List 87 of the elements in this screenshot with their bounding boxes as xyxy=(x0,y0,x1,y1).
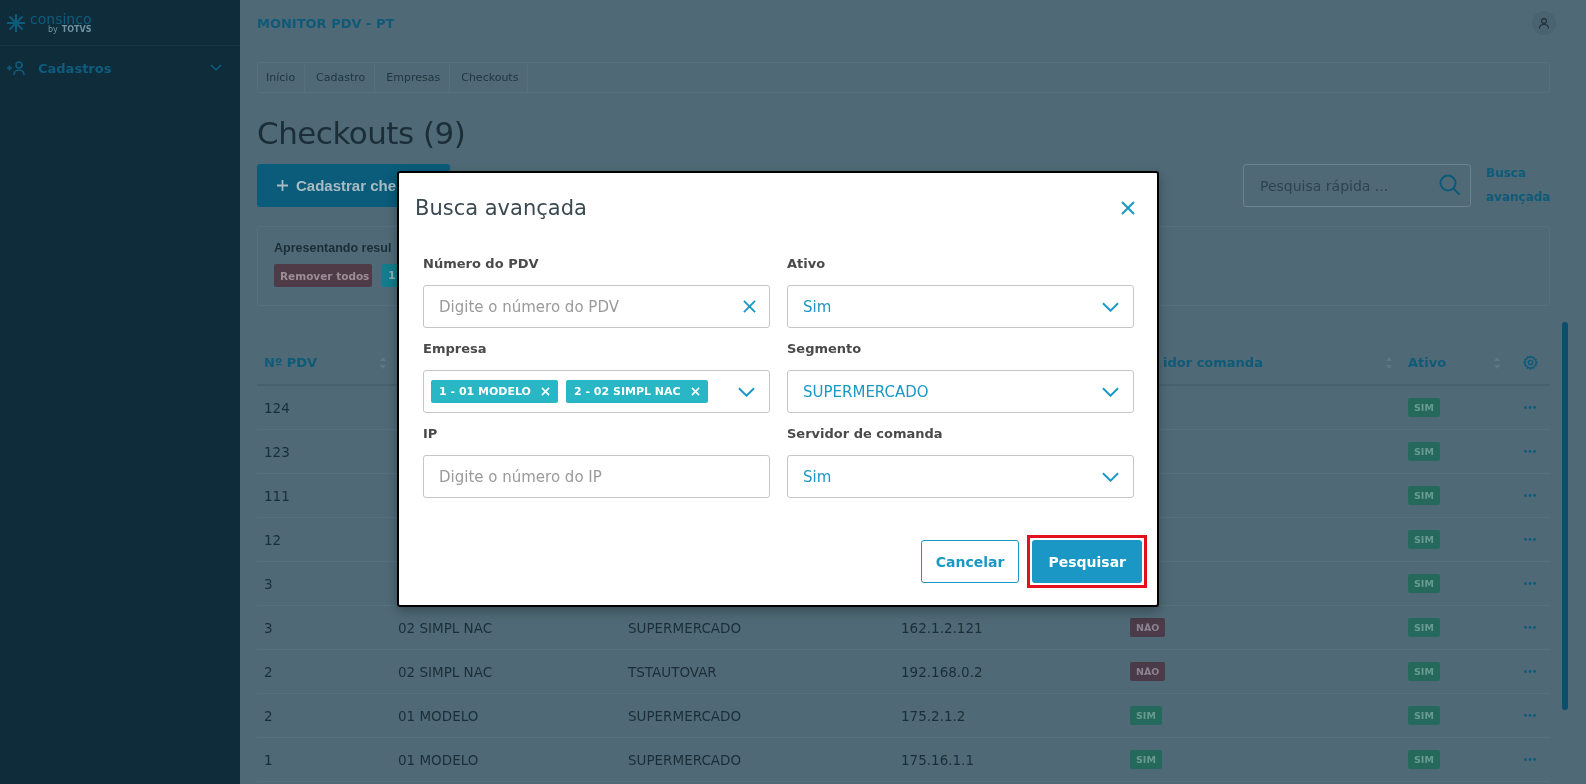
table-cell: 124 xyxy=(264,399,290,416)
chevron-icon xyxy=(1102,471,1119,482)
select-field[interactable]: SUPERMERCADO xyxy=(787,370,1134,413)
field-label: IP xyxy=(423,425,439,443)
more-icon[interactable] xyxy=(1524,406,1536,409)
table-cell: 2 xyxy=(264,663,273,680)
chevron-icon xyxy=(1102,386,1119,397)
status-tag: SIM xyxy=(1408,574,1440,593)
logo-by: by xyxy=(48,25,58,34)
select-field[interactable]: Sim xyxy=(787,285,1134,328)
filter-summary: Apresentando resul xyxy=(274,241,392,255)
status-tag: SIM xyxy=(1408,662,1440,681)
table-cell: 02 SIMPL NAC xyxy=(398,619,493,636)
field-label: Número do PDV xyxy=(423,255,540,273)
chevron-icon xyxy=(1102,301,1119,312)
search-button[interactable]: Pesquisar xyxy=(1032,540,1142,583)
input-field[interactable]: Digite o número do IP xyxy=(423,455,770,498)
column-header[interactable]: Nº PDV xyxy=(264,355,318,370)
table-cell: 3 xyxy=(264,575,273,592)
remove-icon[interactable] xyxy=(690,387,700,396)
search-icon xyxy=(1439,174,1461,196)
table-cell: 111 xyxy=(264,487,290,504)
column-header[interactable]: Ativo xyxy=(1408,355,1447,370)
chevron-icon xyxy=(210,64,222,72)
status-tag: NÃO xyxy=(1130,618,1166,637)
status-tag: SIM xyxy=(1408,530,1440,549)
table-cell: 3 xyxy=(264,619,273,636)
more-icon[interactable] xyxy=(1524,450,1536,453)
table-cell: 162.1.2.121 xyxy=(901,619,983,636)
select-field[interactable]: Sim xyxy=(787,455,1134,498)
table-cell: 175.16.1.1 xyxy=(901,751,974,768)
table-cell: 175.2.1.2 xyxy=(901,707,966,724)
table-cell: SUPERMERCADO xyxy=(628,707,742,724)
logo-icon xyxy=(6,12,26,33)
close-icon[interactable] xyxy=(1121,201,1135,215)
status-tag: SIM xyxy=(1408,706,1440,725)
table-cell: 123 xyxy=(264,443,290,460)
logo-name: consinco xyxy=(30,11,92,26)
logo-brand: TOTVS xyxy=(61,25,92,34)
remove-all-button[interactable]: Remover todos xyxy=(274,264,372,287)
table-cell: SUPERMERCADO xyxy=(628,751,742,768)
field-label: Segmento xyxy=(787,340,863,358)
status-tag: SIM xyxy=(1408,398,1440,417)
remove-icon[interactable] xyxy=(540,387,550,396)
more-icon[interactable] xyxy=(1524,582,1536,585)
field-label: Empresa xyxy=(423,340,488,358)
scrollbar[interactable] xyxy=(1562,322,1568,710)
more-icon[interactable] xyxy=(1524,494,1536,497)
table-cell: 02 SIMPL NAC xyxy=(398,663,493,680)
table-cell: 01 MODELO xyxy=(398,751,479,768)
table-cell: 1 xyxy=(264,751,273,768)
status-tag: SIM xyxy=(1408,486,1440,505)
chip-label: 1 - 01 MODELO xyxy=(439,385,531,398)
chip-label: 2 - 02 SIMPL NAC xyxy=(573,385,681,398)
status-tag: SIM xyxy=(1130,706,1162,725)
field-label: Servidor de comanda xyxy=(787,425,944,443)
add-user-icon xyxy=(6,60,26,76)
column-header[interactable]: idor comanda xyxy=(1163,355,1263,370)
table-cell: SUPERMERCADO xyxy=(628,619,742,636)
clear-icon[interactable] xyxy=(743,300,756,313)
status-tag: SIM xyxy=(1408,442,1440,461)
chevron-icon xyxy=(738,386,755,397)
more-icon[interactable] xyxy=(1524,626,1536,629)
field-label: Ativo xyxy=(787,255,827,273)
settings-icon[interactable] xyxy=(1522,355,1538,370)
status-tag: SIM xyxy=(1130,750,1162,769)
table-cell: 2 xyxy=(264,707,273,724)
more-icon[interactable] xyxy=(1524,670,1536,673)
plus-icon xyxy=(277,180,288,191)
more-icon[interactable] xyxy=(1524,758,1536,761)
table-cell: 12 xyxy=(264,531,282,548)
table-cell: TSTAUTOVAR xyxy=(628,663,717,680)
status-tag: SIM xyxy=(1408,618,1440,637)
user-avatar[interactable] xyxy=(1532,11,1556,35)
cancel-button[interactable]: Cancelar xyxy=(920,540,1020,583)
input-field[interactable]: Digite o número do PDV xyxy=(423,285,770,328)
table-cell: 192.168.0.2 xyxy=(901,663,983,680)
table-cell: 01 MODELO xyxy=(398,707,479,724)
app-title: MONITOR PDV - PT xyxy=(257,15,395,31)
multiselect-field[interactable]: 1 - 01 MODELO 2 - 02 SIMPL NAC xyxy=(423,370,770,413)
status-tag: SIM xyxy=(1408,750,1440,769)
status-tag: NÃO xyxy=(1130,662,1166,681)
advanced-search-link[interactable]: Busca avançada xyxy=(1486,161,1550,209)
sidebar-item[interactable]: Cadastros xyxy=(0,46,240,90)
page-title: Checkouts (9) xyxy=(257,114,467,153)
more-icon[interactable] xyxy=(1524,714,1536,717)
more-icon[interactable] xyxy=(1524,538,1536,541)
